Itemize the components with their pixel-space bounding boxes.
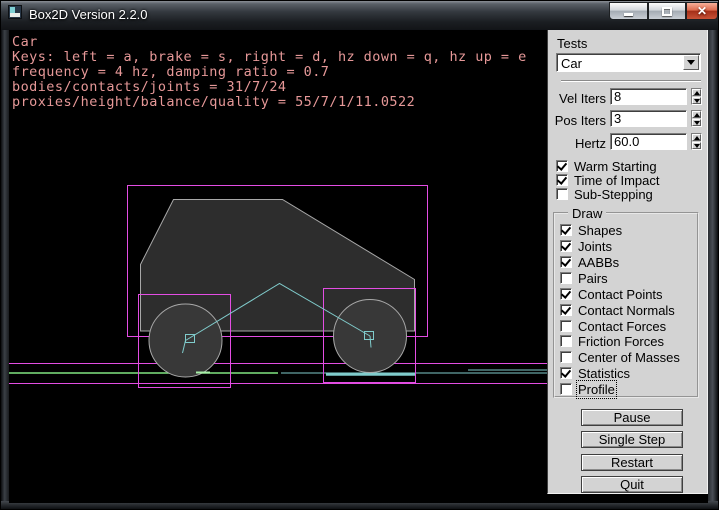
- vel-iters-label: Vel Iters: [548, 91, 606, 106]
- checkbox-box[interactable]: [556, 160, 568, 172]
- minimize-button[interactable]: [609, 2, 648, 20]
- chevron-down-icon: [687, 60, 695, 65]
- separator: [561, 80, 701, 82]
- pos-iters-label: Pos Iters: [548, 113, 606, 128]
- close-button[interactable]: ✕: [686, 2, 718, 20]
- window-frame-left: [1, 30, 9, 509]
- checkbox-box[interactable]: [560, 320, 572, 332]
- checkbox-label: Warm Starting: [574, 159, 657, 174]
- checkbox-box[interactable]: [560, 304, 572, 316]
- arrow-down-icon: [694, 144, 700, 148]
- keys-help-text: Keys: left = a, brake = s, right = d, hz…: [12, 50, 527, 65]
- checkbox-label: Profile: [578, 382, 615, 397]
- title-bar[interactable]: Box2D Version 2.2.0 ✕: [1, 1, 718, 30]
- quit-button[interactable]: Quit: [581, 476, 683, 493]
- checkbox-box[interactable]: [560, 383, 572, 395]
- control-panel: Tests Car Vel Iters Pos Iters Hertz: [547, 30, 708, 494]
- client-area: Car Keys: left = a, brake = s, right = d…: [9, 30, 708, 503]
- spin-up-button[interactable]: [692, 134, 701, 141]
- app-window: Box2D Version 2.2.0 ✕: [0, 0, 719, 510]
- arrow-down-icon: [694, 121, 700, 125]
- restart-button[interactable]: Restart: [581, 454, 683, 471]
- hertz-label: Hertz: [548, 136, 606, 151]
- close-icon: ✕: [697, 4, 707, 18]
- checkbox-box[interactable]: [560, 335, 572, 347]
- checkbox-label: Contact Normals: [578, 303, 675, 318]
- tests-label: Tests: [557, 36, 587, 51]
- checkbox-label: Sub-Stepping: [574, 187, 653, 202]
- arrow-up-icon: [694, 136, 700, 140]
- test-name-text: Car: [12, 35, 527, 50]
- checkbox-label: Pairs: [578, 271, 608, 286]
- debug-text-overlay: Car Keys: left = a, brake = s, right = d…: [12, 35, 527, 110]
- checkbox-box[interactable]: [556, 174, 568, 186]
- checkbox-label: Shapes: [578, 223, 622, 238]
- checkbox-box[interactable]: [560, 272, 572, 284]
- spin-down-button[interactable]: [692, 142, 701, 149]
- maximize-icon: [662, 7, 672, 16]
- hertz-spinner: [691, 133, 702, 150]
- checkbox-label: AABBs: [578, 255, 619, 270]
- checkbox-label: Time of Impact: [574, 173, 659, 188]
- pause-button[interactable]: Pause: [581, 409, 683, 426]
- checkbox-box[interactable]: [560, 224, 572, 236]
- draw-group-legend: Draw: [568, 206, 606, 221]
- checkbox-box[interactable]: [560, 256, 572, 268]
- spin-up-button[interactable]: [692, 111, 701, 118]
- frequency-text: frequency = 4 hz, damping ratio = 0.7: [12, 65, 527, 80]
- checkbox-box[interactable]: [560, 367, 572, 379]
- contact-point: [196, 372, 210, 374]
- pos-iters-spinner: [691, 110, 702, 127]
- checkbox-label: Contact Points: [578, 287, 663, 302]
- arrow-up-icon: [694, 91, 700, 95]
- checkbox-box[interactable]: [556, 188, 568, 200]
- hertz-input[interactable]: [610, 133, 687, 150]
- checkbox-box[interactable]: [560, 288, 572, 300]
- pos-iters-input[interactable]: [610, 110, 687, 127]
- window-title: Box2D Version 2.2.0: [29, 7, 148, 22]
- stats-bodies-text: bodies/contacts/joints = 31/7/24: [12, 80, 527, 95]
- test-select-dropdown[interactable]: Car: [556, 53, 701, 72]
- spin-down-button[interactable]: [692, 97, 701, 104]
- vel-iters-spinner: [691, 88, 702, 105]
- dropdown-arrow-button[interactable]: [683, 55, 699, 70]
- arrow-up-icon: [694, 113, 700, 117]
- minimize-icon: [624, 13, 633, 16]
- maximize-button[interactable]: [648, 2, 686, 20]
- test-select-value: Car: [561, 56, 582, 71]
- checkbox-label: Joints: [578, 239, 612, 254]
- checkbox-label: Center of Masses: [578, 350, 680, 365]
- spin-down-button[interactable]: [692, 119, 701, 126]
- checkbox-label: Statistics: [578, 366, 630, 381]
- stats-proxies-text: proxies/height/balance/quality = 55/7/1/…: [12, 95, 527, 110]
- checkbox-box[interactable]: [560, 351, 572, 363]
- app-icon: [8, 5, 22, 19]
- spin-up-button[interactable]: [692, 89, 701, 96]
- checkbox-label: Contact Forces: [578, 319, 666, 334]
- checkbox-label: Friction Forces: [578, 334, 664, 349]
- vel-iters-input[interactable]: [610, 88, 687, 105]
- arrow-down-icon: [694, 99, 700, 103]
- single-step-button[interactable]: Single Step: [581, 431, 683, 448]
- checkbox-box[interactable]: [560, 240, 572, 252]
